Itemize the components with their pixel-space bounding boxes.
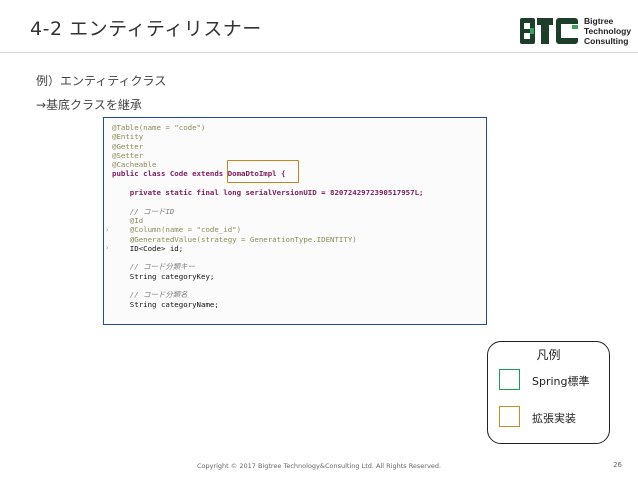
code-line: @Table(name = "code") bbox=[112, 123, 206, 132]
code-line: @GeneratedValue(strategy = GenerationTyp… bbox=[112, 234, 357, 244]
code-line: private static final long serialVersionU… bbox=[112, 188, 424, 198]
code-line: String categoryKey; bbox=[112, 271, 215, 281]
code-line: @Id bbox=[112, 215, 144, 225]
logo-line-2: Technology bbox=[584, 26, 632, 36]
code-line: @Getter bbox=[112, 141, 144, 151]
legend-panel: 凡例 Spring標準 拡張実装 bbox=[487, 341, 610, 444]
code-line: String categoryName; bbox=[112, 299, 219, 309]
code-line: @Column(name = "code_id") bbox=[112, 225, 242, 235]
extension-swatch bbox=[499, 406, 520, 427]
code-line: // コードID bbox=[112, 206, 175, 216]
fold-marker: › bbox=[105, 244, 110, 252]
extension-highlight-box bbox=[227, 160, 299, 183]
page-number: 26 bbox=[613, 461, 622, 469]
logo-line-1: Bigtree bbox=[584, 16, 614, 26]
logo-line-3: Consulting bbox=[584, 36, 629, 46]
spring-standard-label: Spring標準 bbox=[532, 375, 590, 388]
code-screenshot: › › @Table(name = "code") @Entity @Gette… bbox=[103, 117, 487, 325]
logo-wordmark: Bigtree Technology Consulting bbox=[584, 16, 631, 46]
code-line: @Entity bbox=[112, 132, 144, 142]
title-divider bbox=[0, 52, 638, 53]
code-line: // コード分類名 bbox=[112, 290, 188, 300]
slide-title: 4-2 エンティティリスナー bbox=[30, 18, 262, 40]
code-line: @Cacheable bbox=[112, 160, 157, 170]
inheritance-note: →基底クラスを継承 bbox=[36, 98, 142, 112]
legend-title: 凡例 bbox=[536, 348, 561, 362]
btc-logo-icon bbox=[520, 18, 578, 44]
code-block: @Table(name = "code") @Entity @Getter @S… bbox=[112, 123, 423, 309]
example-label: 例）エンティティクラス bbox=[36, 74, 167, 88]
code-line: @Setter bbox=[112, 150, 144, 160]
code-line: ID<Code> id; bbox=[112, 243, 184, 253]
company-logo: Bigtree Technology Consulting bbox=[520, 16, 631, 48]
code-line: // コード分類キー bbox=[112, 262, 195, 272]
fold-marker: › bbox=[105, 226, 110, 234]
extension-label: 拡張実装 bbox=[532, 412, 576, 425]
copyright-footer: Copyright © 2017 Bigtree Technology&Cons… bbox=[196, 462, 442, 470]
spring-standard-swatch bbox=[499, 369, 520, 390]
